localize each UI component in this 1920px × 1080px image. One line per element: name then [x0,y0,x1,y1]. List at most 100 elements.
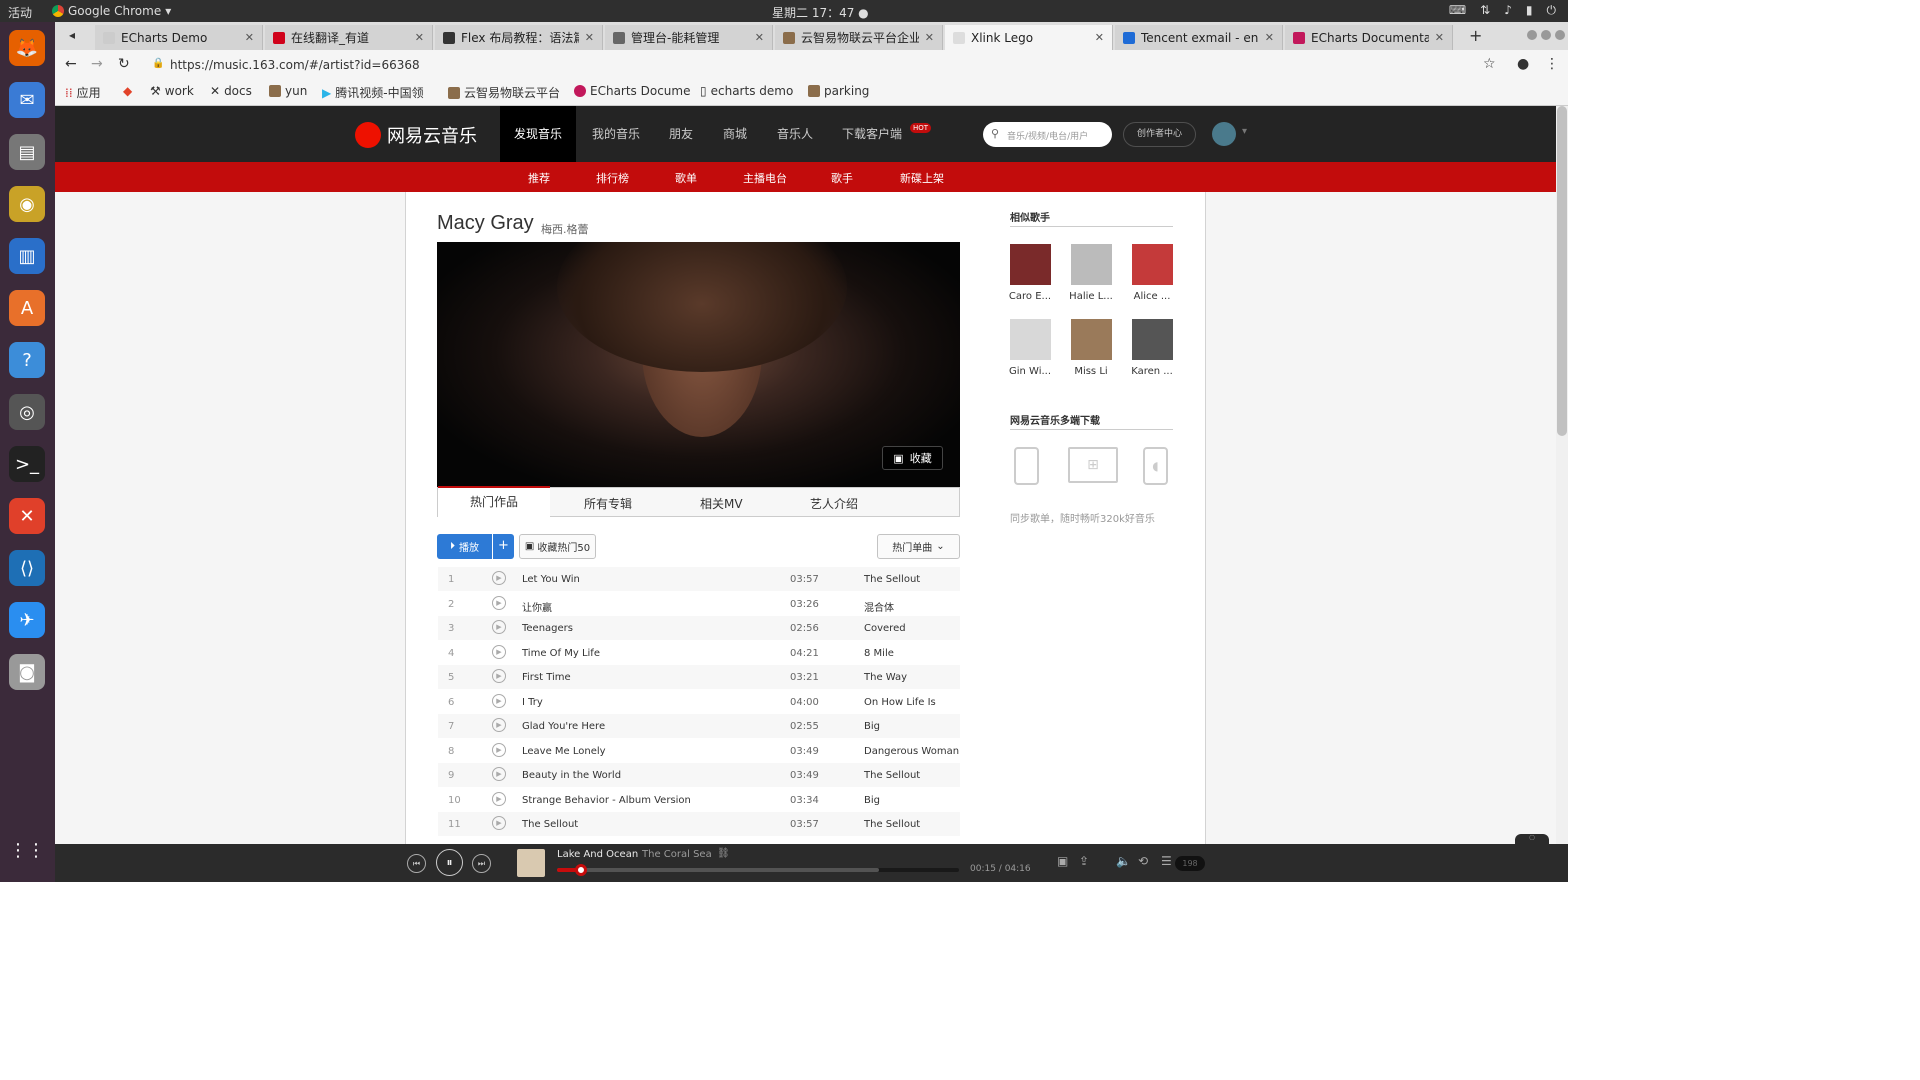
table-row[interactable]: 5 ▶ First Time 03:21 The Way [438,665,960,689]
collect-button[interactable]: ▣ 收藏 [882,446,943,470]
similar-artist[interactable]: Alice ... [1129,244,1175,302]
rhythmbox-icon[interactable]: ◉ [9,186,45,222]
page-scrollbar[interactable] [1556,106,1568,844]
playlist-icon[interactable]: ☰ [1161,854,1172,868]
network-icon[interactable]: ⇅ [1480,3,1490,18]
maximize-icon[interactable] [1541,30,1551,40]
keyboard-icon[interactable]: ⌨ [1449,3,1466,18]
track-album[interactable]: 8 Mile [864,648,894,659]
share-icon[interactable]: ⇪ [1079,854,1089,868]
bookmark-tencent-video[interactable]: ▶ 腾讯视频-中国领 [322,84,424,101]
files-icon[interactable]: ▤ [9,134,45,170]
track-title[interactable]: Let You Win [522,574,580,585]
bookmark-yun[interactable]: yun [269,84,307,98]
nav-my-music[interactable]: 我的音乐 [592,106,640,162]
player-artist[interactable]: The Coral Sea [642,849,712,860]
playlist-count[interactable]: 198 [1175,856,1205,871]
play-icon[interactable]: ▶ [492,718,506,732]
add-to-playlist-button[interactable]: + [493,534,514,559]
close-icon[interactable]: ✕ [415,31,424,44]
nav-musician[interactable]: 音乐人 [777,106,813,162]
battery-icon[interactable]: ▮ [1526,3,1533,18]
avatar[interactable] [1212,122,1236,146]
progress-bar[interactable] [557,864,959,876]
table-row[interactable]: 8 ▶ Leave Me Lonely 03:49 Dangerous Woman [438,738,960,763]
chevron-down-icon[interactable]: ▾ [1242,126,1247,137]
play-icon[interactable]: ▶ [492,669,506,683]
volume-icon[interactable]: 🔈 [1116,854,1131,868]
tab-7[interactable]: ECharts Documentat ✕ [1285,25,1453,50]
table-row[interactable]: 3 ▶ Teenagers 02:56 Covered [438,616,960,640]
play-icon[interactable]: ▶ [492,767,506,781]
picture-in-picture-icon[interactable]: ▣ [1057,854,1068,868]
close-icon[interactable]: ✕ [245,31,254,44]
dingtalk-icon[interactable]: ✈ [9,602,45,638]
subnav-radio[interactable]: 主播电台 [743,170,787,186]
table-row[interactable]: 9 ▶ Beauty in the World 03:49 The Sellout [438,763,960,787]
close-icon[interactable]: ✕ [1265,31,1274,44]
track-album[interactable]: The Sellout [864,819,920,830]
minimize-icon[interactable] [1527,30,1537,40]
close-icon[interactable]: ✕ [1095,31,1104,44]
subnav-charts[interactable]: 排行榜 [596,170,629,186]
table-row[interactable]: 11 ▶ The Sellout 03:57 The Sellout [438,812,960,836]
similar-artist[interactable]: Karen ... [1129,319,1175,377]
track-title[interactable]: Time Of My Life [522,648,600,659]
xmind-icon[interactable]: ✕ [9,498,45,534]
tab-scroll-button[interactable]: ◂ [69,28,75,42]
window-controls[interactable] [1527,30,1565,40]
table-row[interactable]: 1 ▶ Let You Win 03:57 The Sellout [438,567,960,591]
volume-icon[interactable]: ♪ [1504,3,1512,18]
close-window-icon[interactable] [1555,30,1565,40]
track-title[interactable]: First Time [522,672,571,683]
track-title[interactable]: Strange Behavior - Album Version [522,795,691,806]
terminal-icon[interactable]: >_ [9,446,45,482]
nav-discover[interactable]: 发现音乐 [500,106,576,162]
app-menu[interactable]: Google Chrome ▾ [52,4,171,18]
bookmark-gitlab[interactable]: ◆ [123,84,132,98]
new-tab-button[interactable]: + [1469,26,1482,45]
tab-6[interactable]: Tencent exmail - engl ✕ [1115,25,1283,50]
scrollbar-thumb[interactable] [1557,106,1567,436]
table-row[interactable]: 7 ▶ Glad You're Here 02:55 Big [438,714,960,738]
track-album[interactable]: Big [864,721,880,732]
prev-icon[interactable]: ⏮ [407,854,426,873]
subnav-artists[interactable]: 歌手 [831,170,853,186]
bookmark-apps[interactable]: ⁞⁞ 应用 [65,84,101,101]
tab-mv[interactable]: 相关MV [700,495,743,512]
chrome-dock-icon[interactable]: ◎ [9,394,45,430]
similar-artist[interactable]: Gin Wi... [1007,319,1053,377]
play-icon[interactable]: ▶ [492,571,506,585]
show-apps-icon[interactable]: ⋮⋮ [9,832,45,868]
back-icon[interactable]: ← [65,56,77,72]
bookmark-echarts-demo[interactable]: ▯ echarts demo [700,84,793,98]
bookmark-work[interactable]: ⚒ work [150,84,194,98]
track-album[interactable]: 混合体 [864,599,894,614]
nav-download[interactable]: 下载客户端 [842,106,902,162]
track-title[interactable]: Beauty in the World [522,770,621,781]
table-row[interactable]: 10 ▶ Strange Behavior - Album Version 03:34… [438,787,960,812]
progress-knob[interactable] [575,864,588,876]
similar-artist[interactable]: Halie L... [1068,244,1114,302]
tab-hot-works[interactable]: 热门作品 [438,486,550,517]
similar-artist[interactable]: Caro E... [1007,244,1053,302]
track-album[interactable]: The Sellout [864,770,920,781]
tab-albums[interactable]: 所有专辑 [584,495,632,512]
track-album[interactable]: Dangerous Woman [864,746,959,757]
android-download-icon[interactable]: ◖ [1143,447,1168,485]
track-album[interactable]: On How Life Is [864,697,936,708]
bookmark-star-icon[interactable]: ☆ [1483,56,1496,72]
play-button[interactable]: ⏵ 播放 [437,534,492,559]
tab-5[interactable]: Xlink Lego ✕ [945,25,1113,50]
menu-icon[interactable]: ⋮ [1545,56,1559,72]
track-title[interactable]: I Try [522,697,543,708]
table-row[interactable]: 6 ▶ I Try 04:00 On How Life Is [438,689,960,714]
album-cover[interactable] [517,849,545,877]
search-input[interactable]: 音乐/视频/电台/用户 [1007,129,1088,142]
site-logo[interactable]: 网易云音乐 [355,122,477,148]
track-album[interactable]: Covered [864,623,906,634]
similar-artist[interactable]: Miss Li [1068,319,1114,377]
track-album[interactable]: The Sellout [864,574,920,585]
play-icon[interactable]: ▶ [492,816,506,830]
lock-icon[interactable]: ⎔ [1515,834,1549,846]
